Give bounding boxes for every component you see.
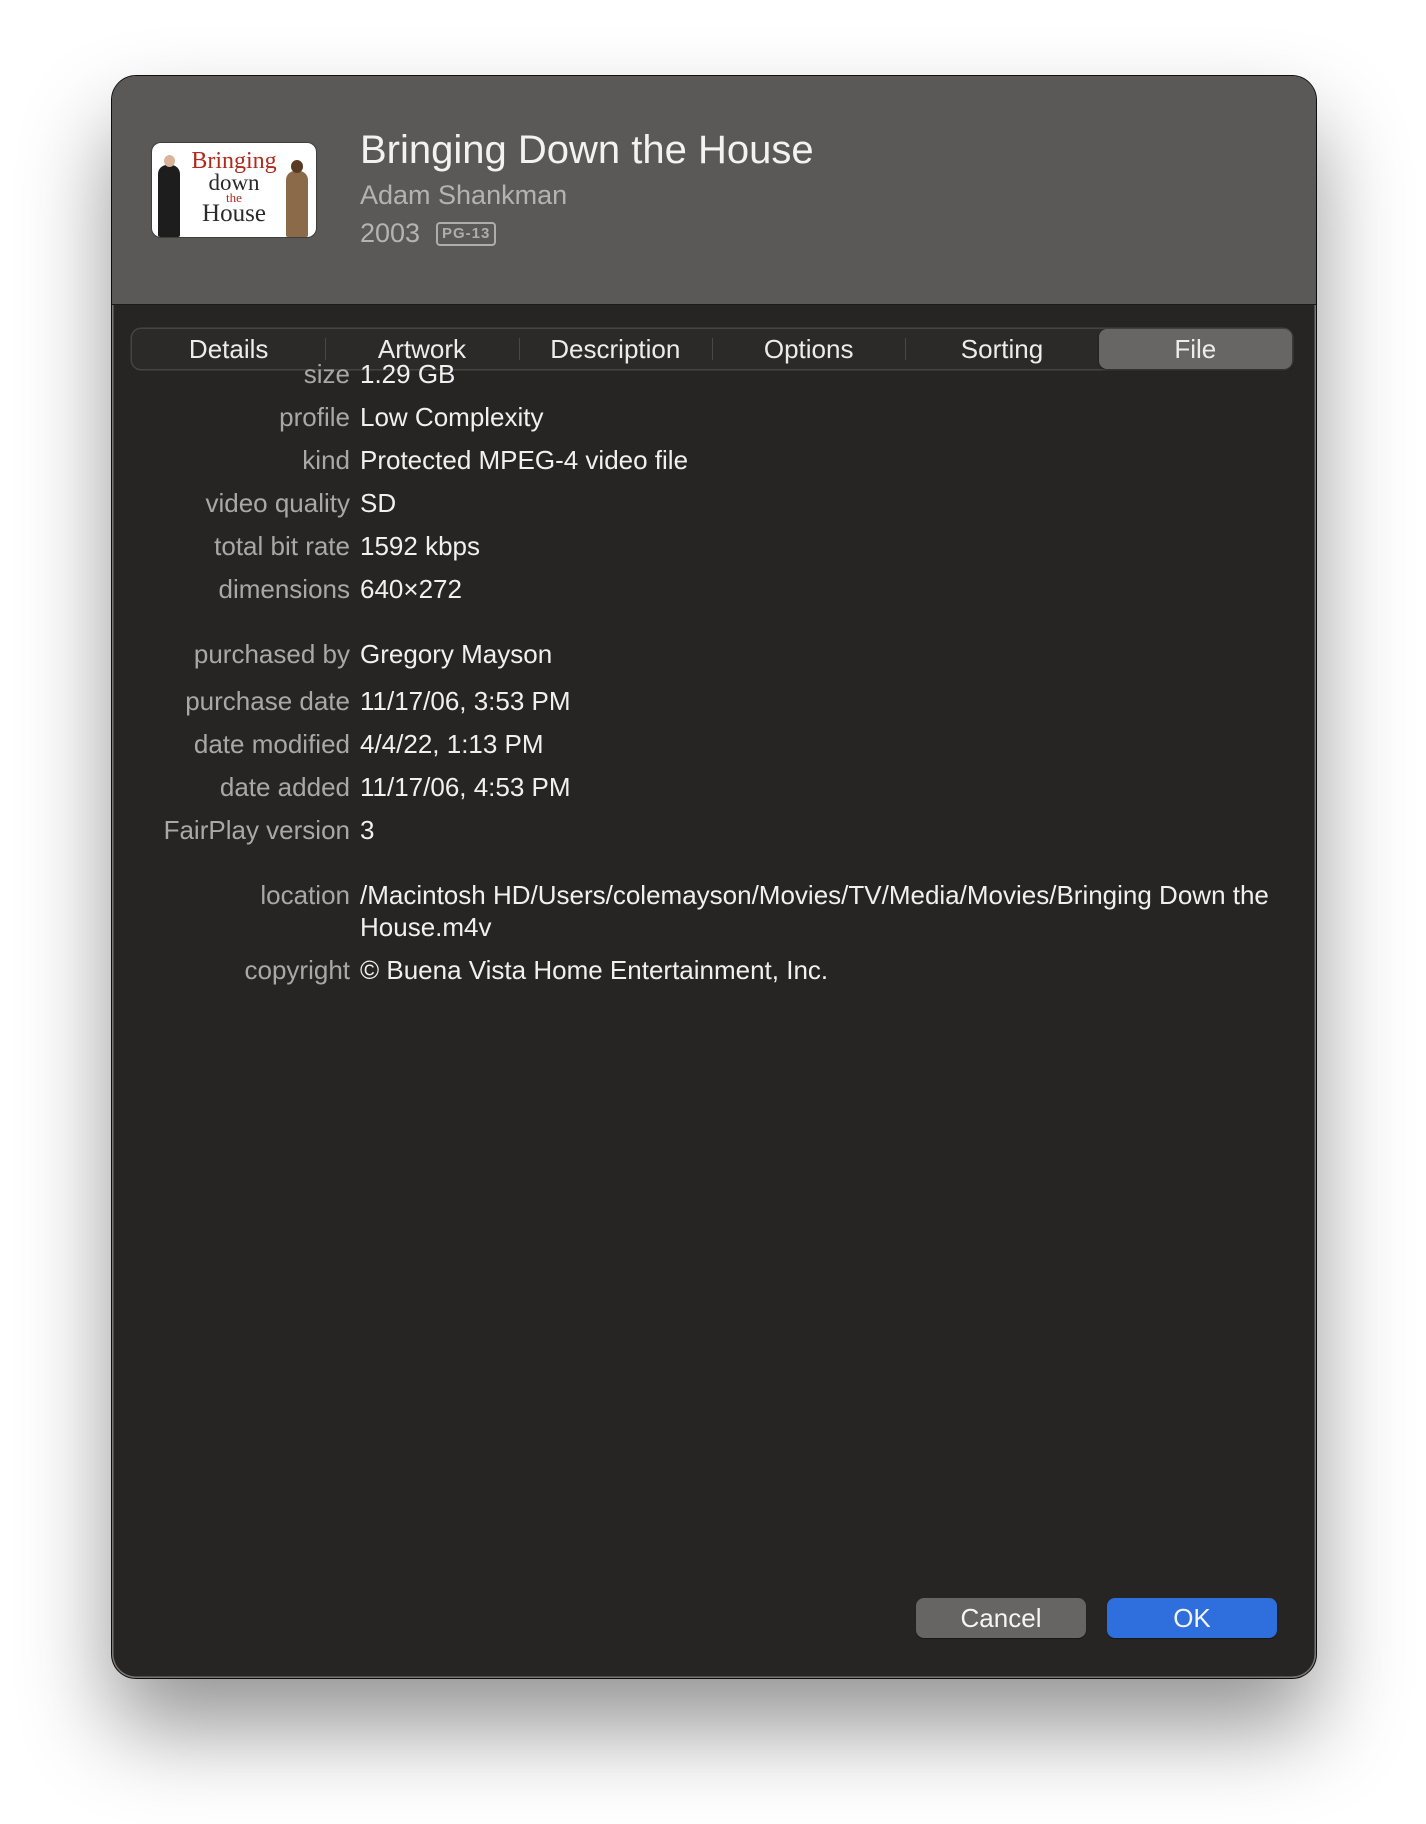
- rating-badge: PG-13: [436, 222, 497, 246]
- purchased-by-value: Gregory Mayson: [360, 639, 553, 669]
- kind-label: kind: [302, 445, 350, 475]
- movie-artwork[interactable]: Bringing down the House: [152, 143, 316, 237]
- location-label: location: [260, 880, 350, 910]
- fairplay-version-value: 3: [360, 815, 375, 845]
- profile-label: profile: [279, 402, 350, 432]
- dialog-header: Bringing down the House Bringing Down th…: [112, 76, 1316, 305]
- purchase-date-label: purchase date: [185, 686, 350, 716]
- total-bit-rate-value: 1592 kbps: [360, 531, 480, 561]
- artwork-figure-woman: [286, 160, 308, 237]
- artwork-title: Bringing down the House: [182, 149, 286, 226]
- total-bit-rate-label: total bit rate: [214, 531, 350, 561]
- artwork-figure-man: [158, 155, 180, 237]
- purchase-date-value: 11/17/06, 3:53 PM: [360, 686, 571, 716]
- copyright-value: © Buena Vista Home Entertainment, Inc.: [360, 955, 829, 985]
- video-quality-label: video quality: [205, 488, 350, 518]
- info-dialog: Bringing down the House Bringing Down th…: [112, 76, 1316, 1678]
- size-label: size: [303, 359, 350, 389]
- movie-year: 2003: [360, 218, 421, 248]
- purchased-by-label: purchased by: [193, 639, 350, 669]
- date-modified-value: 4/4/22, 1:13 PM: [360, 729, 544, 759]
- video-quality-value: SD: [360, 488, 397, 518]
- date-added-label: date added: [219, 772, 350, 802]
- kind-value: Protected MPEG-4 video file: [360, 445, 689, 475]
- movie-title: Bringing Down the House: [360, 128, 814, 172]
- fairplay-version-label: FairPlay version: [163, 815, 350, 845]
- profile-value: Low Complexity: [360, 402, 544, 432]
- date-modified-label: date modified: [193, 729, 350, 759]
- movie-director: Adam Shankman: [360, 180, 568, 210]
- location-value: /Macintosh HD/Users/colemayson/Movies/TV…: [360, 880, 1269, 942]
- dimensions-label: dimensions: [218, 574, 350, 604]
- ok-button[interactable]: OK: [1107, 1598, 1277, 1638]
- cancel-button[interactable]: Cancel: [916, 1598, 1086, 1638]
- size-value: 1.29 GB: [360, 359, 456, 389]
- copyright-label: copyright: [244, 955, 351, 985]
- artwork-word: House: [202, 200, 266, 227]
- date-added-value: 11/17/06, 4:53 PM: [360, 772, 571, 802]
- dimensions-value: 640×272: [360, 574, 462, 604]
